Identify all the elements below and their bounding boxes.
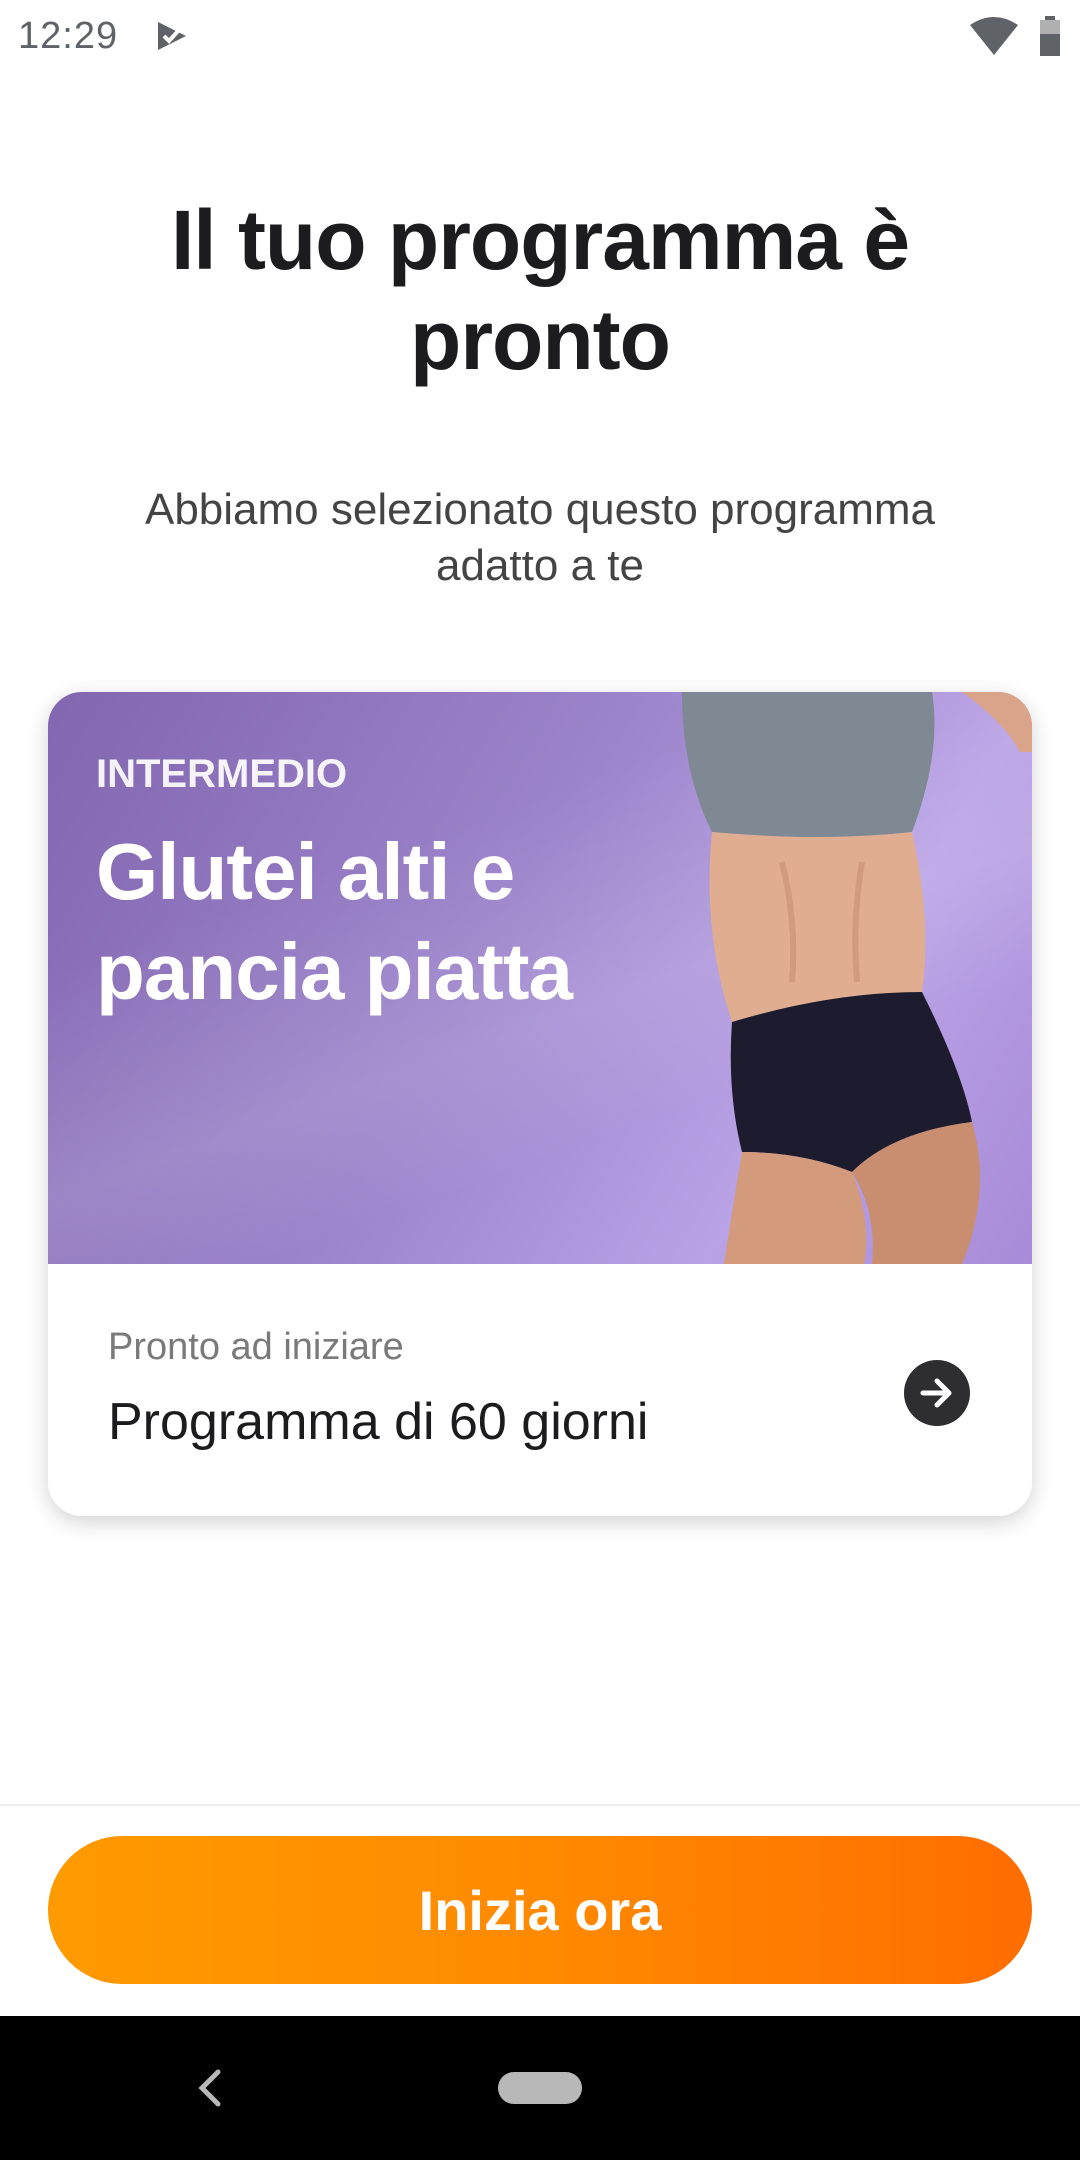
page-title: Il tuo programma è pronto (170, 193, 910, 387)
fitness-model-illustration (682, 692, 1032, 1264)
status-right (970, 16, 1062, 56)
program-duration: Programma di 60 giorni (108, 1393, 649, 1451)
program-card[interactable]: INTERMEDIO Glutei alti e pancia piatta P… (48, 692, 1032, 1516)
play-store-notification-icon (158, 22, 187, 50)
program-level: INTERMEDIO (96, 752, 348, 796)
program-title: Glutei alti e pancia piatta (96, 827, 573, 1016)
back-icon[interactable] (190, 2064, 230, 2112)
program-ready-screen: 12:29 Il tuo programma è pronto Abbiamo … (0, 0, 1080, 2160)
page-subtitle: Abbiamo selezionato questo programma ada… (144, 485, 935, 590)
status-left: 12:29 (18, 15, 190, 58)
open-program-button[interactable] (904, 1360, 970, 1426)
wifi-icon (970, 17, 1018, 55)
battery-icon (1040, 16, 1060, 56)
home-pill-icon[interactable] (498, 2072, 582, 2104)
program-caption: Pronto ad iniziare (108, 1326, 404, 1368)
status-bar: 12:29 (0, 0, 1080, 72)
status-time: 12:29 (18, 14, 119, 57)
program-hero-image: INTERMEDIO Glutei alti e pancia piatta (48, 692, 1032, 1264)
cta-divider (0, 1804, 1080, 1806)
arrow-right-icon (920, 1378, 952, 1408)
system-navigation-bar (0, 2016, 1080, 2160)
program-card-footer: Pronto ad iniziare Programma di 60 giorn… (48, 1264, 1032, 1516)
start-now-button[interactable]: Inizia ora (48, 1836, 1032, 1984)
